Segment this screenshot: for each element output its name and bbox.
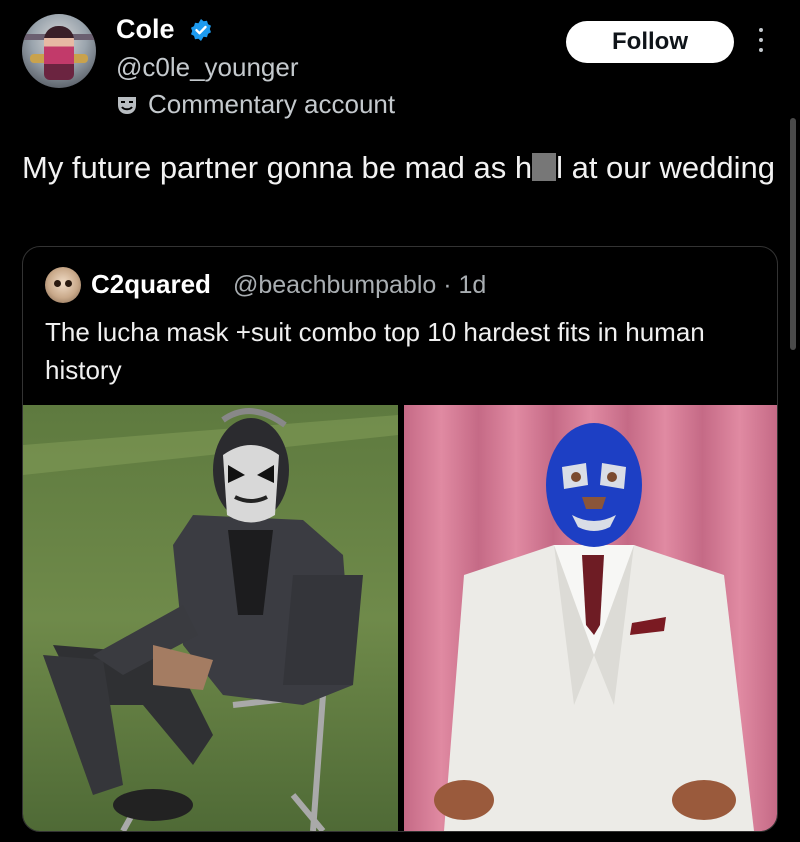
tweet-text-end: l at our wedding	[556, 150, 775, 185]
author-avatar[interactable]	[22, 14, 96, 88]
tweet-text-start: My future partner gonna be mad as h	[22, 150, 533, 185]
quoted-author-avatar[interactable]	[45, 267, 81, 303]
tweet-text: My future partner gonna be mad as h l at …	[22, 146, 782, 189]
author-name[interactable]: Cole	[116, 14, 175, 45]
censor-block	[532, 153, 557, 181]
quoted-tweet[interactable]: C2quared @beachbumpablo · 1d The lucha m…	[22, 246, 778, 832]
more-options-icon[interactable]	[754, 28, 768, 58]
verified-badge-icon	[191, 19, 211, 41]
scrollbar[interactable]	[790, 118, 796, 350]
account-label: Commentary account	[116, 89, 395, 120]
author-handle[interactable]: @c0le_younger	[116, 52, 299, 83]
photo-masked-man-white-suit[interactable]	[404, 405, 777, 831]
quoted-tweet-text: The lucha mask +suit combo top 10 hardes…	[45, 317, 705, 385]
quoted-author-name[interactable]: C2quared	[91, 269, 211, 300]
follow-button[interactable]: Follow	[566, 21, 734, 63]
quoted-author-meta: @beachbumpablo · 1d	[233, 271, 487, 299]
theater-masks-icon	[118, 96, 136, 114]
photo-masked-man-dark-suit[interactable]	[23, 405, 398, 831]
account-label-text: Commentary account	[148, 89, 396, 119]
